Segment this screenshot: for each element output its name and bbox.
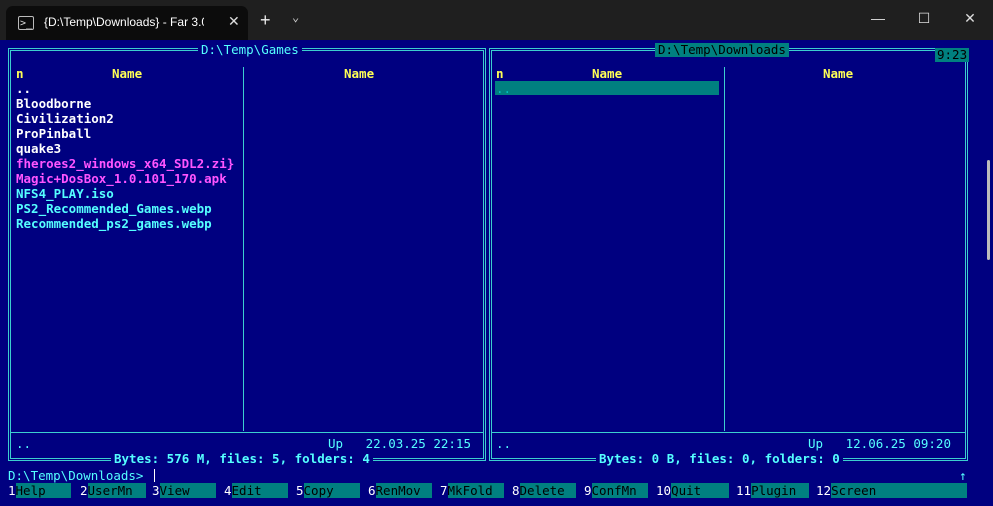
command-prompt: D:\Temp\Downloads> (8, 468, 144, 483)
text-cursor (154, 469, 155, 482)
file-item[interactable]: quake3 (16, 141, 61, 156)
close-tab-icon[interactable]: ✕ (228, 13, 240, 30)
right-status-info: Up 12.06.25 09:20 (808, 436, 951, 451)
right-panel-status-divider (492, 432, 965, 433)
fkey-label: UserMn (87, 483, 146, 498)
scrollbar[interactable] (987, 160, 990, 260)
chevron-down-icon[interactable]: ⌄ (292, 10, 299, 24)
fkey-label: Copy (303, 483, 360, 498)
fkey-number: 1 (8, 483, 16, 498)
fkey-mkfold[interactable]: 7MkFold (440, 483, 504, 498)
fkey-label: Quit (671, 483, 730, 498)
fkey-help[interactable]: 1Help (8, 483, 71, 498)
file-item[interactable]: Bloodborne (16, 96, 91, 111)
left-col-sort-indicator: n (16, 66, 24, 81)
terminal-icon: >_ (18, 16, 34, 30)
fkey-screen[interactable]: 12Screen (816, 483, 968, 498)
left-status-name: .. (16, 436, 32, 451)
fkey-label: RenMov (375, 483, 432, 498)
fkey-usermn[interactable]: 2UserMn (80, 483, 146, 498)
fkey-number: 3 (152, 483, 160, 498)
fkey-number: 12 (816, 483, 832, 498)
close-window-button[interactable]: ✕ (955, 10, 985, 27)
fkey-label: MkFold (447, 483, 504, 498)
selection-cursor (495, 81, 719, 95)
left-panel-summary: Bytes: 576 M, files: 5, folders: 4 (111, 452, 373, 466)
new-tab-button[interactable]: + (260, 10, 271, 30)
fkey-copy[interactable]: 5Copy (296, 483, 360, 498)
window-titlebar: >_ {D:\Temp\Downloads} - Far 3.0 ✕ + ⌄ —… (0, 0, 993, 40)
fkey-label: Plugin (751, 483, 810, 498)
clock: 9:23 (935, 47, 970, 62)
fkey-edit[interactable]: 4Edit (224, 483, 288, 498)
console-area[interactable]: D:\Temp\Games n Name Name .. Bloodborne … (0, 40, 993, 506)
file-item[interactable]: Civilization2 (16, 111, 114, 126)
fkey-number: 10 (656, 483, 672, 498)
left-col1-header[interactable]: Name (112, 66, 142, 81)
fkey-number: 7 (440, 483, 448, 498)
minimize-button[interactable]: — (863, 10, 893, 26)
maximize-button[interactable]: ☐ (909, 10, 939, 27)
fkey-confmn[interactable]: 9ConfMn (584, 483, 648, 498)
right-panel-column-divider (492, 67, 725, 431)
left-col2-header[interactable]: Name (344, 66, 374, 81)
fkey-number: 2 (80, 483, 88, 498)
file-item[interactable]: Magic+DosBox_1.0.101_170.apk (16, 171, 227, 186)
file-item[interactable]: .. (16, 81, 31, 96)
left-panel-status-divider (11, 432, 483, 433)
left-status-info: Up 22.03.25 22:15 (328, 436, 471, 451)
fkey-number: 11 (736, 483, 752, 498)
fkey-label: Delete (519, 483, 576, 498)
fkey-label: Help (15, 483, 71, 498)
right-col-sort-indicator: n (496, 66, 504, 81)
tab-title: {D:\Temp\Downloads} - Far 3.0 (44, 15, 204, 29)
file-item[interactable]: Recommended_ps2_games.webp (16, 216, 212, 231)
scroll-up-icon[interactable]: ↑ (959, 468, 967, 483)
file-item[interactable]: ProPinball (16, 126, 91, 141)
file-item-selected[interactable]: .. (496, 81, 511, 96)
fkey-quit[interactable]: 10Quit (656, 483, 730, 498)
right-col2-header[interactable]: Name (823, 66, 853, 81)
fkey-label: View (159, 483, 216, 498)
fkey-plugin[interactable]: 11Plugin (736, 483, 810, 498)
right-col1-header[interactable]: Name (592, 66, 622, 81)
fkey-view[interactable]: 3View (152, 483, 216, 498)
right-panel-summary: Bytes: 0 B, files: 0, folders: 0 (596, 452, 843, 466)
fkey-number: 9 (584, 483, 592, 498)
fkey-number: 5 (296, 483, 304, 498)
right-file-panel[interactable]: D:\Temp\Downloads n Name Name .. .. Up 1… (489, 43, 968, 466)
fkey-renmov[interactable]: 6RenMov (368, 483, 432, 498)
left-file-panel[interactable]: D:\Temp\Games n Name Name .. Bloodborne … (8, 43, 486, 466)
file-item[interactable]: NFS4_PLAY.iso (16, 186, 114, 201)
terminal-tab[interactable]: >_ {D:\Temp\Downloads} - Far 3.0 ✕ (6, 6, 248, 40)
file-item[interactable]: PS2_Recommended_Games.webp (16, 201, 212, 216)
right-status-name: .. (496, 436, 512, 451)
fkey-label: Screen (831, 483, 968, 498)
file-item[interactable]: fheroes2_windows_x64_SDL2.zi} (16, 156, 234, 171)
fkey-label: Edit (231, 483, 288, 498)
left-panel-path: D:\Temp\Games (198, 43, 302, 57)
fkey-label: ConfMn (591, 483, 648, 498)
fkey-number: 8 (512, 483, 520, 498)
right-panel-path: D:\Temp\Downloads (655, 43, 789, 57)
fkey-delete[interactable]: 8Delete (512, 483, 576, 498)
fkey-number: 4 (224, 483, 232, 498)
fkey-number: 6 (368, 483, 376, 498)
